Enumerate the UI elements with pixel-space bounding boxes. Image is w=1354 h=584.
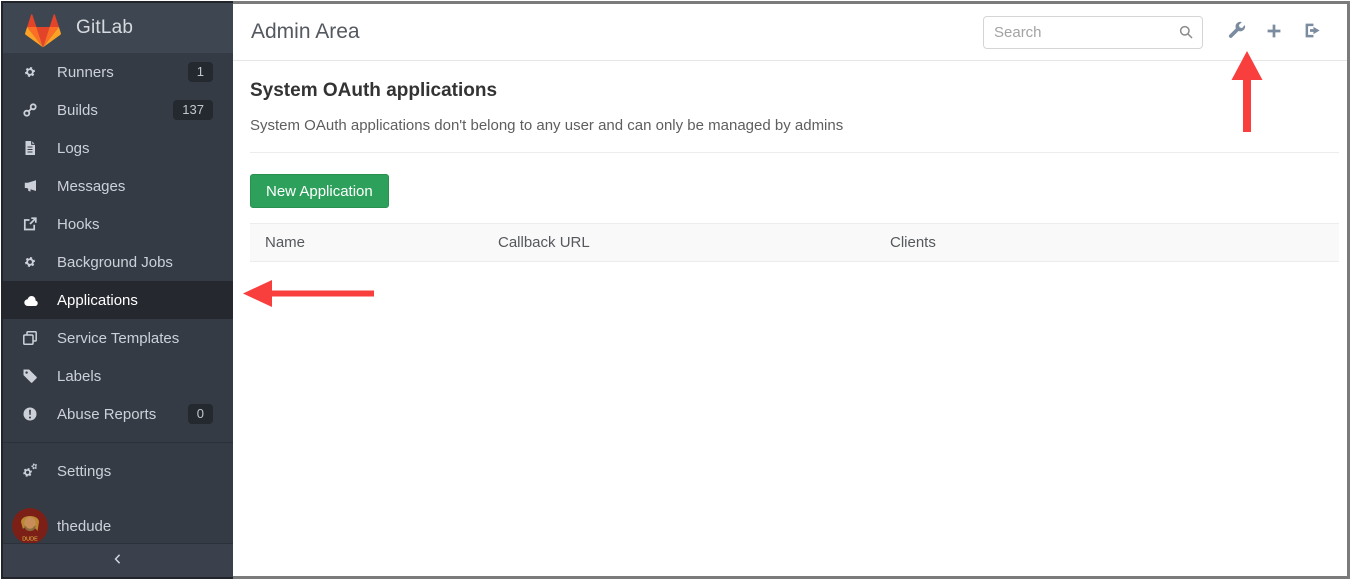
section-description: System OAuth applications don't belong t… — [250, 117, 1339, 134]
sidebar-item-hooks[interactable]: Hooks — [3, 205, 233, 243]
user-name: thedude — [57, 518, 213, 535]
chain-link-icon — [3, 102, 57, 118]
sign-out-button[interactable] — [1293, 13, 1331, 51]
applications-table: Name Callback URL Clients — [250, 223, 1339, 262]
sidebar-item-logs[interactable]: Logs — [3, 129, 233, 167]
column-header-clients: Clients — [875, 224, 1339, 262]
chevron-left-icon — [111, 552, 125, 569]
sidebar-item-messages[interactable]: Messages — [3, 167, 233, 205]
sidebar-item-label: Hooks — [57, 216, 213, 233]
sidebar-item-label: Settings — [57, 463, 213, 480]
gitlab-home-link[interactable]: GitLab — [3, 3, 233, 53]
plus-icon — [1265, 22, 1283, 43]
sidebar-divider — [3, 442, 233, 443]
section-divider — [250, 152, 1339, 153]
cogs-icon — [3, 462, 57, 480]
main-content: Admin Area — [233, 4, 1347, 576]
wrench-icon — [1227, 21, 1246, 43]
megaphone-icon — [3, 178, 57, 194]
sidebar-item-builds[interactable]: Builds 137 — [3, 91, 233, 129]
column-header-callback-url: Callback URL — [483, 224, 875, 262]
sidebar-item-settings[interactable]: Settings — [3, 452, 233, 490]
sidebar-item-label: Applications — [57, 292, 213, 309]
admin-area-wrench-button[interactable] — [1217, 13, 1255, 51]
sign-out-icon — [1303, 21, 1322, 43]
brand-name: GitLab — [76, 17, 133, 39]
sidebar-item-labels[interactable]: Labels — [3, 357, 233, 395]
search-box — [983, 16, 1203, 49]
sidebar-item-applications[interactable]: Applications — [3, 281, 233, 319]
gear-icon — [3, 254, 57, 270]
sidebar: GitLab Runners 1 Builds 137 — [1, 1, 233, 579]
tag-icon — [3, 368, 57, 384]
sidebar-item-service-templates[interactable]: Service Templates — [3, 319, 233, 357]
table-header-row: Name Callback URL Clients — [250, 224, 1339, 262]
top-header-bar: Admin Area — [233, 4, 1347, 61]
search-input[interactable] — [983, 16, 1203, 49]
admin-nav: Runners 1 Builds 137 Logs — [3, 53, 233, 433]
new-application-button[interactable]: New Application — [250, 174, 389, 208]
gear-icon — [3, 64, 57, 80]
sidebar-item-runners[interactable]: Runners 1 — [3, 53, 233, 91]
app-window: GitLab Runners 1 Builds 137 — [1, 1, 1350, 579]
sidebar-item-label: Messages — [57, 178, 213, 195]
new-project-plus-button[interactable] — [1255, 13, 1293, 51]
sidebar-item-label: Logs — [57, 140, 213, 157]
sidebar-item-abuse-reports[interactable]: Abuse Reports 0 — [3, 395, 233, 433]
cloud-icon — [3, 292, 57, 309]
sidebar-item-label: Builds — [57, 102, 173, 119]
sidebar-item-label: Background Jobs — [57, 254, 213, 271]
user-avatar: DUDE — [3, 508, 57, 544]
sidebar-item-label: Service Templates — [57, 330, 213, 347]
sidebar-item-background-jobs[interactable]: Background Jobs — [3, 243, 233, 281]
count-badge: 1 — [188, 62, 213, 82]
avatar-caption: DUDE — [22, 537, 38, 543]
sidebar-item-label: Abuse Reports — [57, 406, 188, 423]
page-title: Admin Area — [251, 20, 360, 44]
sidebar-item-label: Labels — [57, 368, 213, 385]
count-badge: 137 — [173, 100, 213, 120]
file-icon — [3, 140, 57, 156]
external-link-icon — [3, 216, 57, 232]
section-heading: System OAuth applications — [250, 80, 1339, 102]
sidebar-collapse-button[interactable] — [3, 543, 233, 577]
exclamation-circle-icon — [3, 406, 57, 422]
column-header-name: Name — [250, 224, 483, 262]
sidebar-item-label: Runners — [57, 64, 188, 81]
count-badge: 0 — [188, 404, 213, 424]
gitlab-tanuki-logo-icon — [25, 13, 61, 49]
copy-icon — [3, 330, 57, 346]
oauth-applications-section: System OAuth applications System OAuth a… — [233, 61, 1347, 262]
